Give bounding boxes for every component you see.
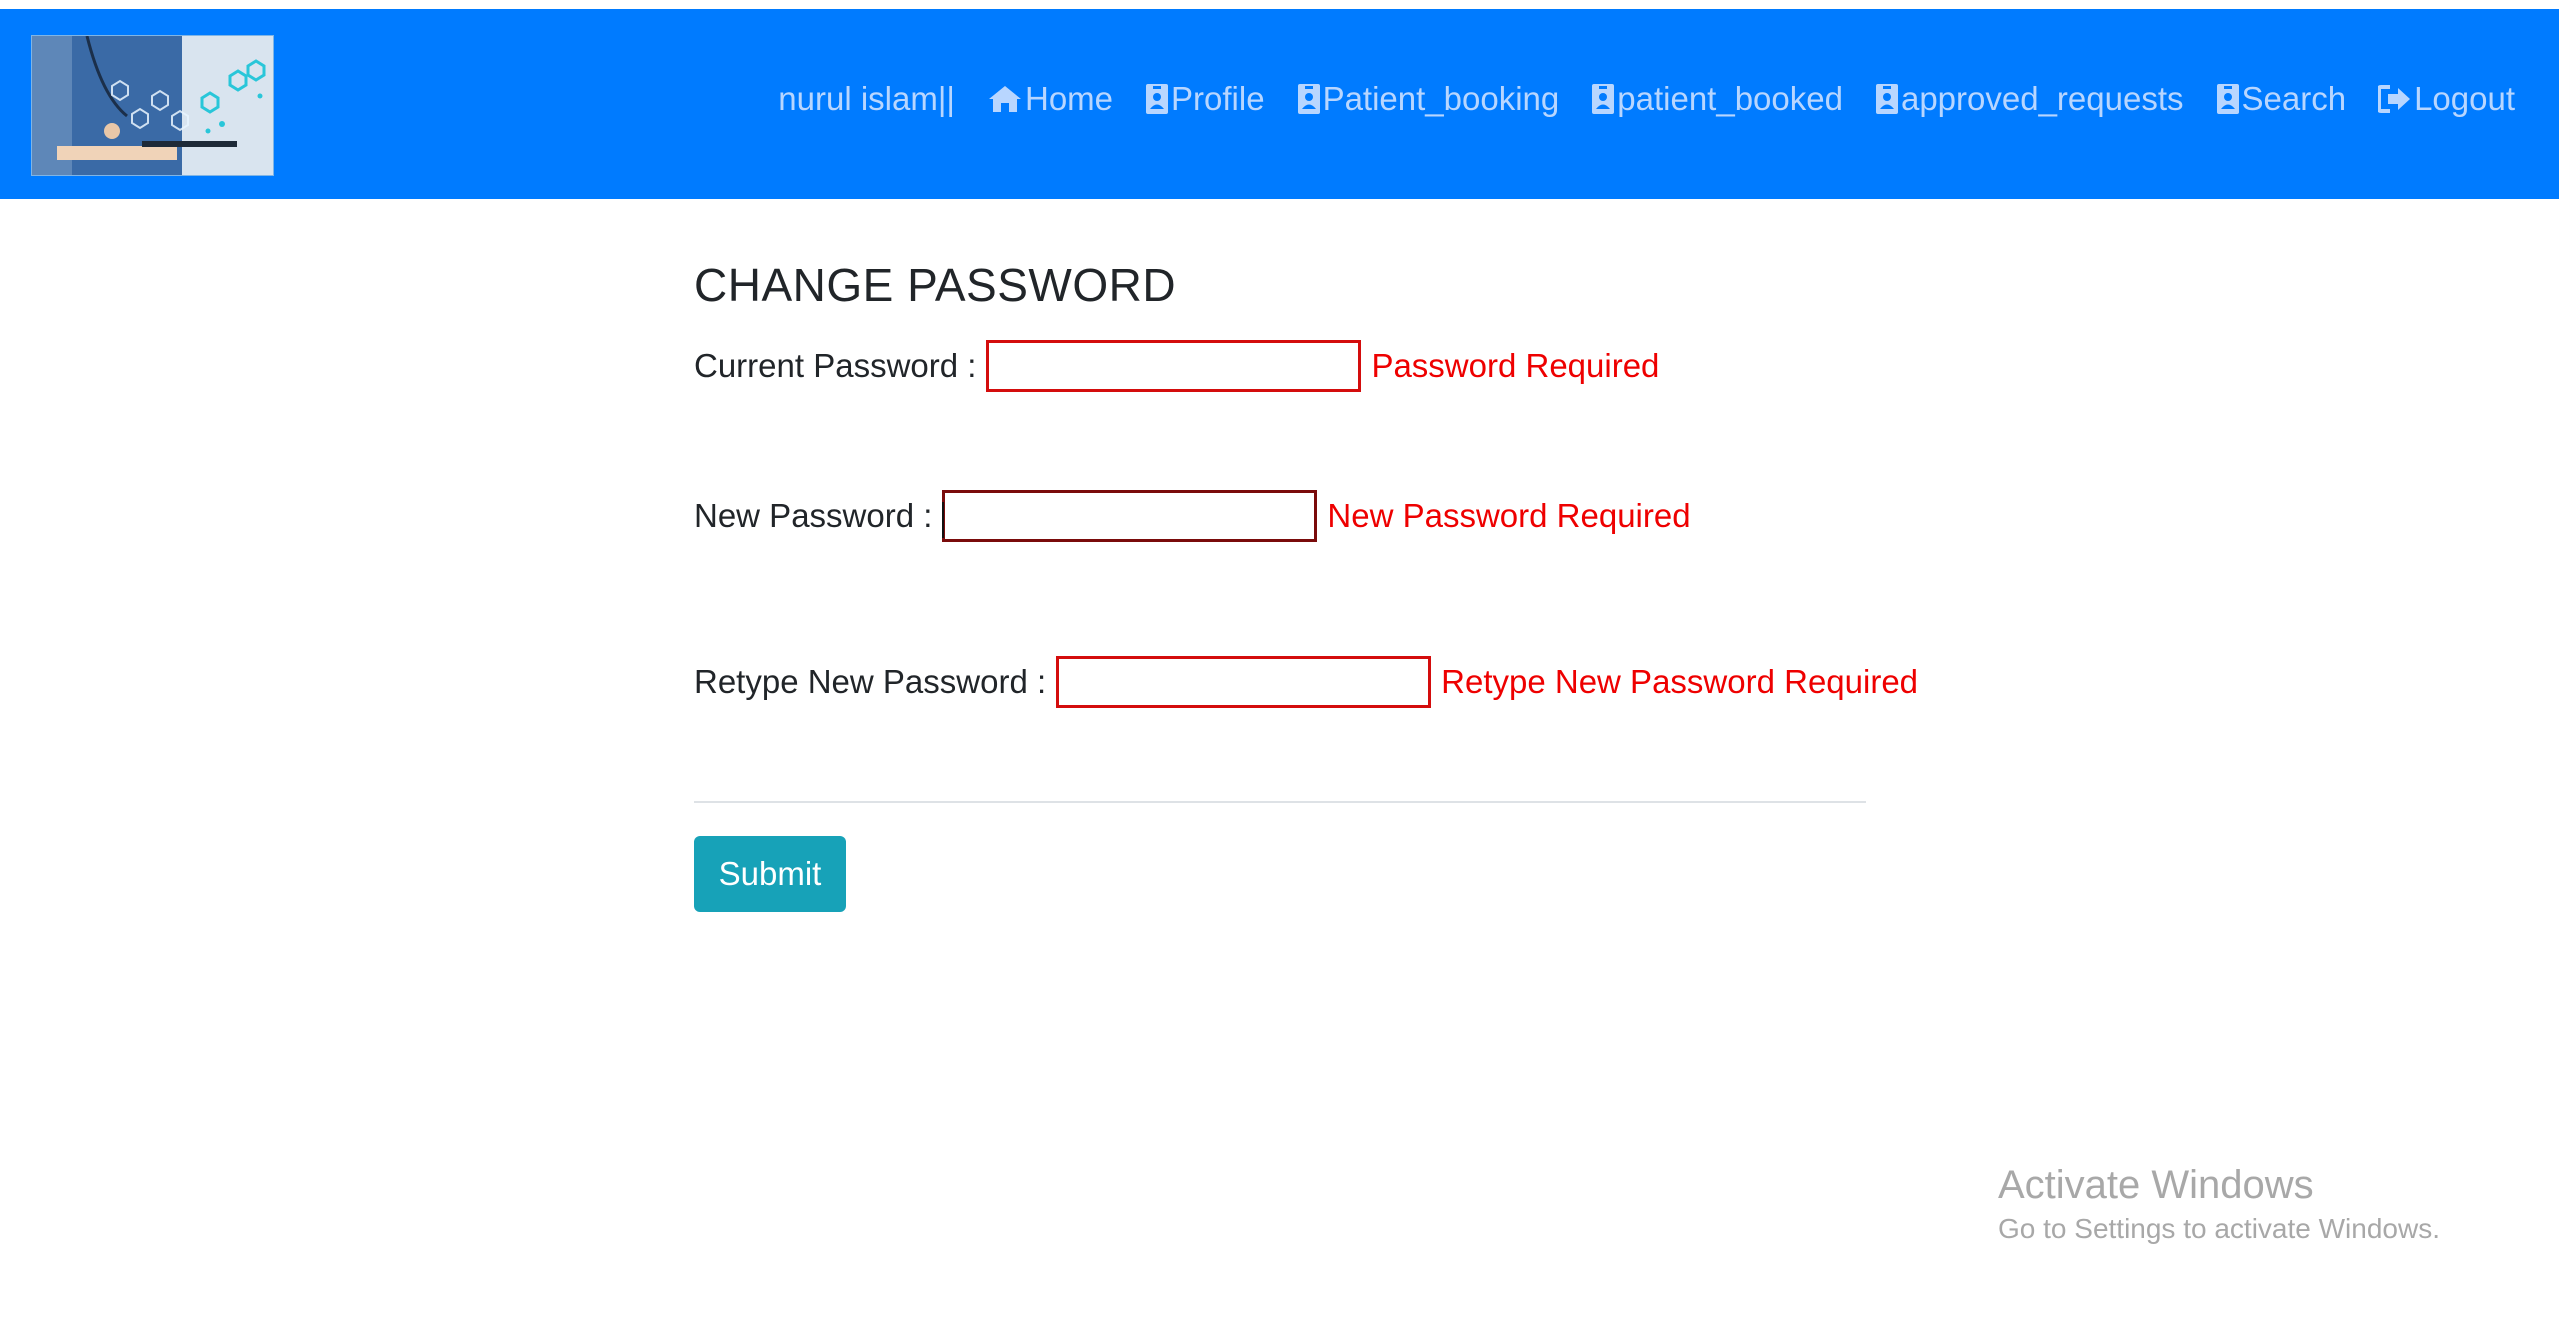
nav-username: nurul islam|| (778, 80, 955, 117)
id-badge-icon (1297, 83, 1321, 115)
sign-out-icon (2378, 84, 2412, 114)
new-password-input[interactable] (942, 490, 1318, 542)
form-divider (694, 801, 1866, 803)
nav-links: nurul islam|| Home Profile Patient_booki… (778, 71, 2515, 127)
nav-search[interactable]: Search (2216, 80, 2347, 118)
nav-approved-requests[interactable]: approved_requests (1875, 80, 2184, 118)
retype-password-error: Retype New Password Required (1441, 663, 1919, 700)
id-badge-icon (1145, 83, 1169, 115)
nav-patient-booking[interactable]: Patient_booking (1297, 80, 1560, 118)
new-password-row: New Password : New Password Required (694, 486, 1691, 546)
watermark-subtitle: Go to Settings to activate Windows. (1998, 1213, 2440, 1244)
text-cursor (942, 502, 945, 538)
nav-patient-booked-label: patient_booked (1617, 80, 1843, 117)
current-password-error: Password Required (1371, 347, 1660, 384)
navbar: nurul islam|| Home Profile Patient_booki… (0, 9, 2559, 199)
new-password-input-wrap (932, 490, 1318, 542)
nav-approved-requests-label: approved_requests (1900, 80, 2184, 117)
activate-windows-watermark: Activate Windows Go to Settings to activ… (1998, 1161, 2440, 1249)
home-icon (987, 84, 1023, 114)
nav-home-label: Home (1024, 80, 1114, 117)
nav-patient-booked[interactable]: patient_booked (1591, 80, 1843, 118)
new-password-label: New Password : (694, 497, 933, 534)
logo[interactable] (31, 35, 274, 176)
retype-password-row: Retype New Password : Retype New Passwor… (694, 652, 1918, 712)
nav-profile[interactable]: Profile (1145, 80, 1265, 118)
submit-button[interactable]: Submit (694, 836, 846, 912)
current-password-row: Current Password : Password Required (694, 336, 1659, 396)
nav-logout[interactable]: Logout (2378, 80, 2515, 118)
current-password-label: Current Password : (694, 347, 977, 384)
page-title: CHANGE PASSWORD (694, 259, 1177, 311)
id-badge-icon (1875, 83, 1899, 115)
retype-password-label: Retype New Password : (694, 663, 1047, 700)
id-badge-icon (1591, 83, 1615, 115)
id-badge-icon (2216, 83, 2240, 115)
retype-password-input[interactable] (1056, 656, 1432, 708)
doctor-logo-image (32, 36, 273, 175)
current-password-input[interactable] (986, 340, 1362, 392)
nav-home[interactable]: Home (987, 80, 1113, 118)
new-password-error: New Password Required (1327, 497, 1691, 534)
watermark-title: Activate Windows (1998, 1163, 2314, 1207)
nav-search-label: Search (2241, 80, 2347, 117)
nav-profile-label: Profile (1171, 80, 1265, 117)
nav-logout-label: Logout (2414, 80, 2515, 117)
nav-patient-booking-label: Patient_booking (1322, 80, 1560, 117)
